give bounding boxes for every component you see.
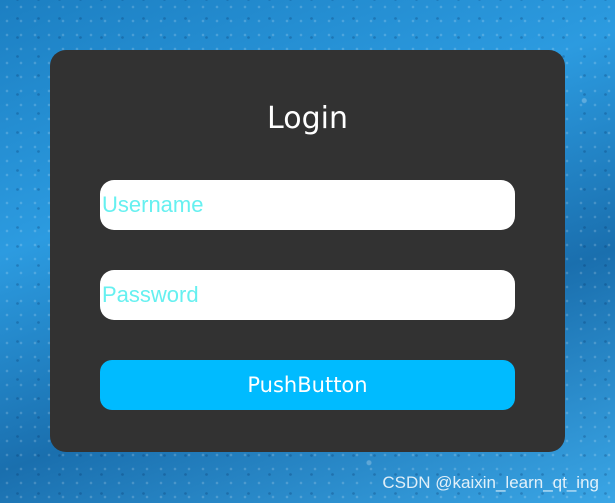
login-title: Login <box>267 101 348 136</box>
login-button[interactable]: PushButton <box>100 360 515 410</box>
username-input[interactable] <box>100 180 515 230</box>
watermark: CSDN @kaixin_learn_qt_ing <box>382 473 599 492</box>
password-input[interactable] <box>100 270 515 320</box>
